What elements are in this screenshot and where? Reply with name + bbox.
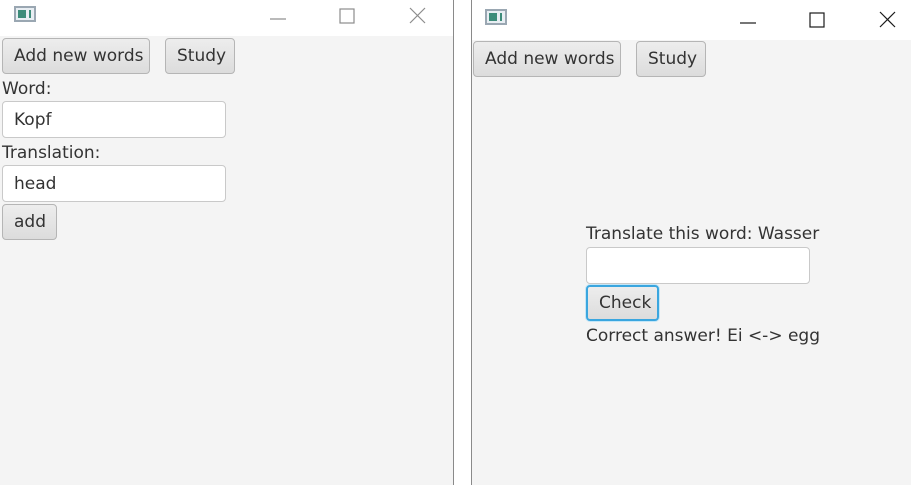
translation-input[interactable] — [2, 165, 226, 202]
close-icon[interactable] — [864, 4, 910, 34]
answer-input[interactable] — [586, 247, 810, 284]
study-button[interactable]: Study — [636, 41, 706, 77]
add-new-words-button[interactable]: Add new words — [2, 38, 150, 74]
result-message: Correct answer! Ei <-> egg — [586, 326, 821, 346]
add-new-words-button[interactable]: Add new words — [473, 41, 621, 77]
close-icon[interactable] — [394, 0, 440, 30]
maximize-icon[interactable] — [324, 0, 370, 30]
minimize-icon[interactable] — [724, 4, 770, 34]
study-button[interactable]: Study — [165, 38, 235, 74]
app-window-icon — [485, 9, 507, 25]
check-button[interactable]: Check — [586, 285, 659, 321]
maximize-icon[interactable] — [794, 4, 840, 34]
minimize-icon[interactable] — [254, 0, 300, 30]
left-window: Add new words Study Word: Translation: a… — [0, 0, 454, 485]
right-window: Add new words Study Translate this word:… — [471, 0, 911, 485]
word-input[interactable] — [2, 101, 226, 138]
translate-prompt: Translate this word: Wasser — [586, 224, 820, 244]
left-titlebar[interactable] — [0, 0, 453, 36]
add-button[interactable]: add — [2, 204, 57, 240]
word-label: Word: — [2, 79, 52, 99]
translation-label: Translation: — [2, 143, 101, 163]
app-window-icon — [14, 6, 36, 22]
right-titlebar[interactable] — [472, 0, 911, 40]
